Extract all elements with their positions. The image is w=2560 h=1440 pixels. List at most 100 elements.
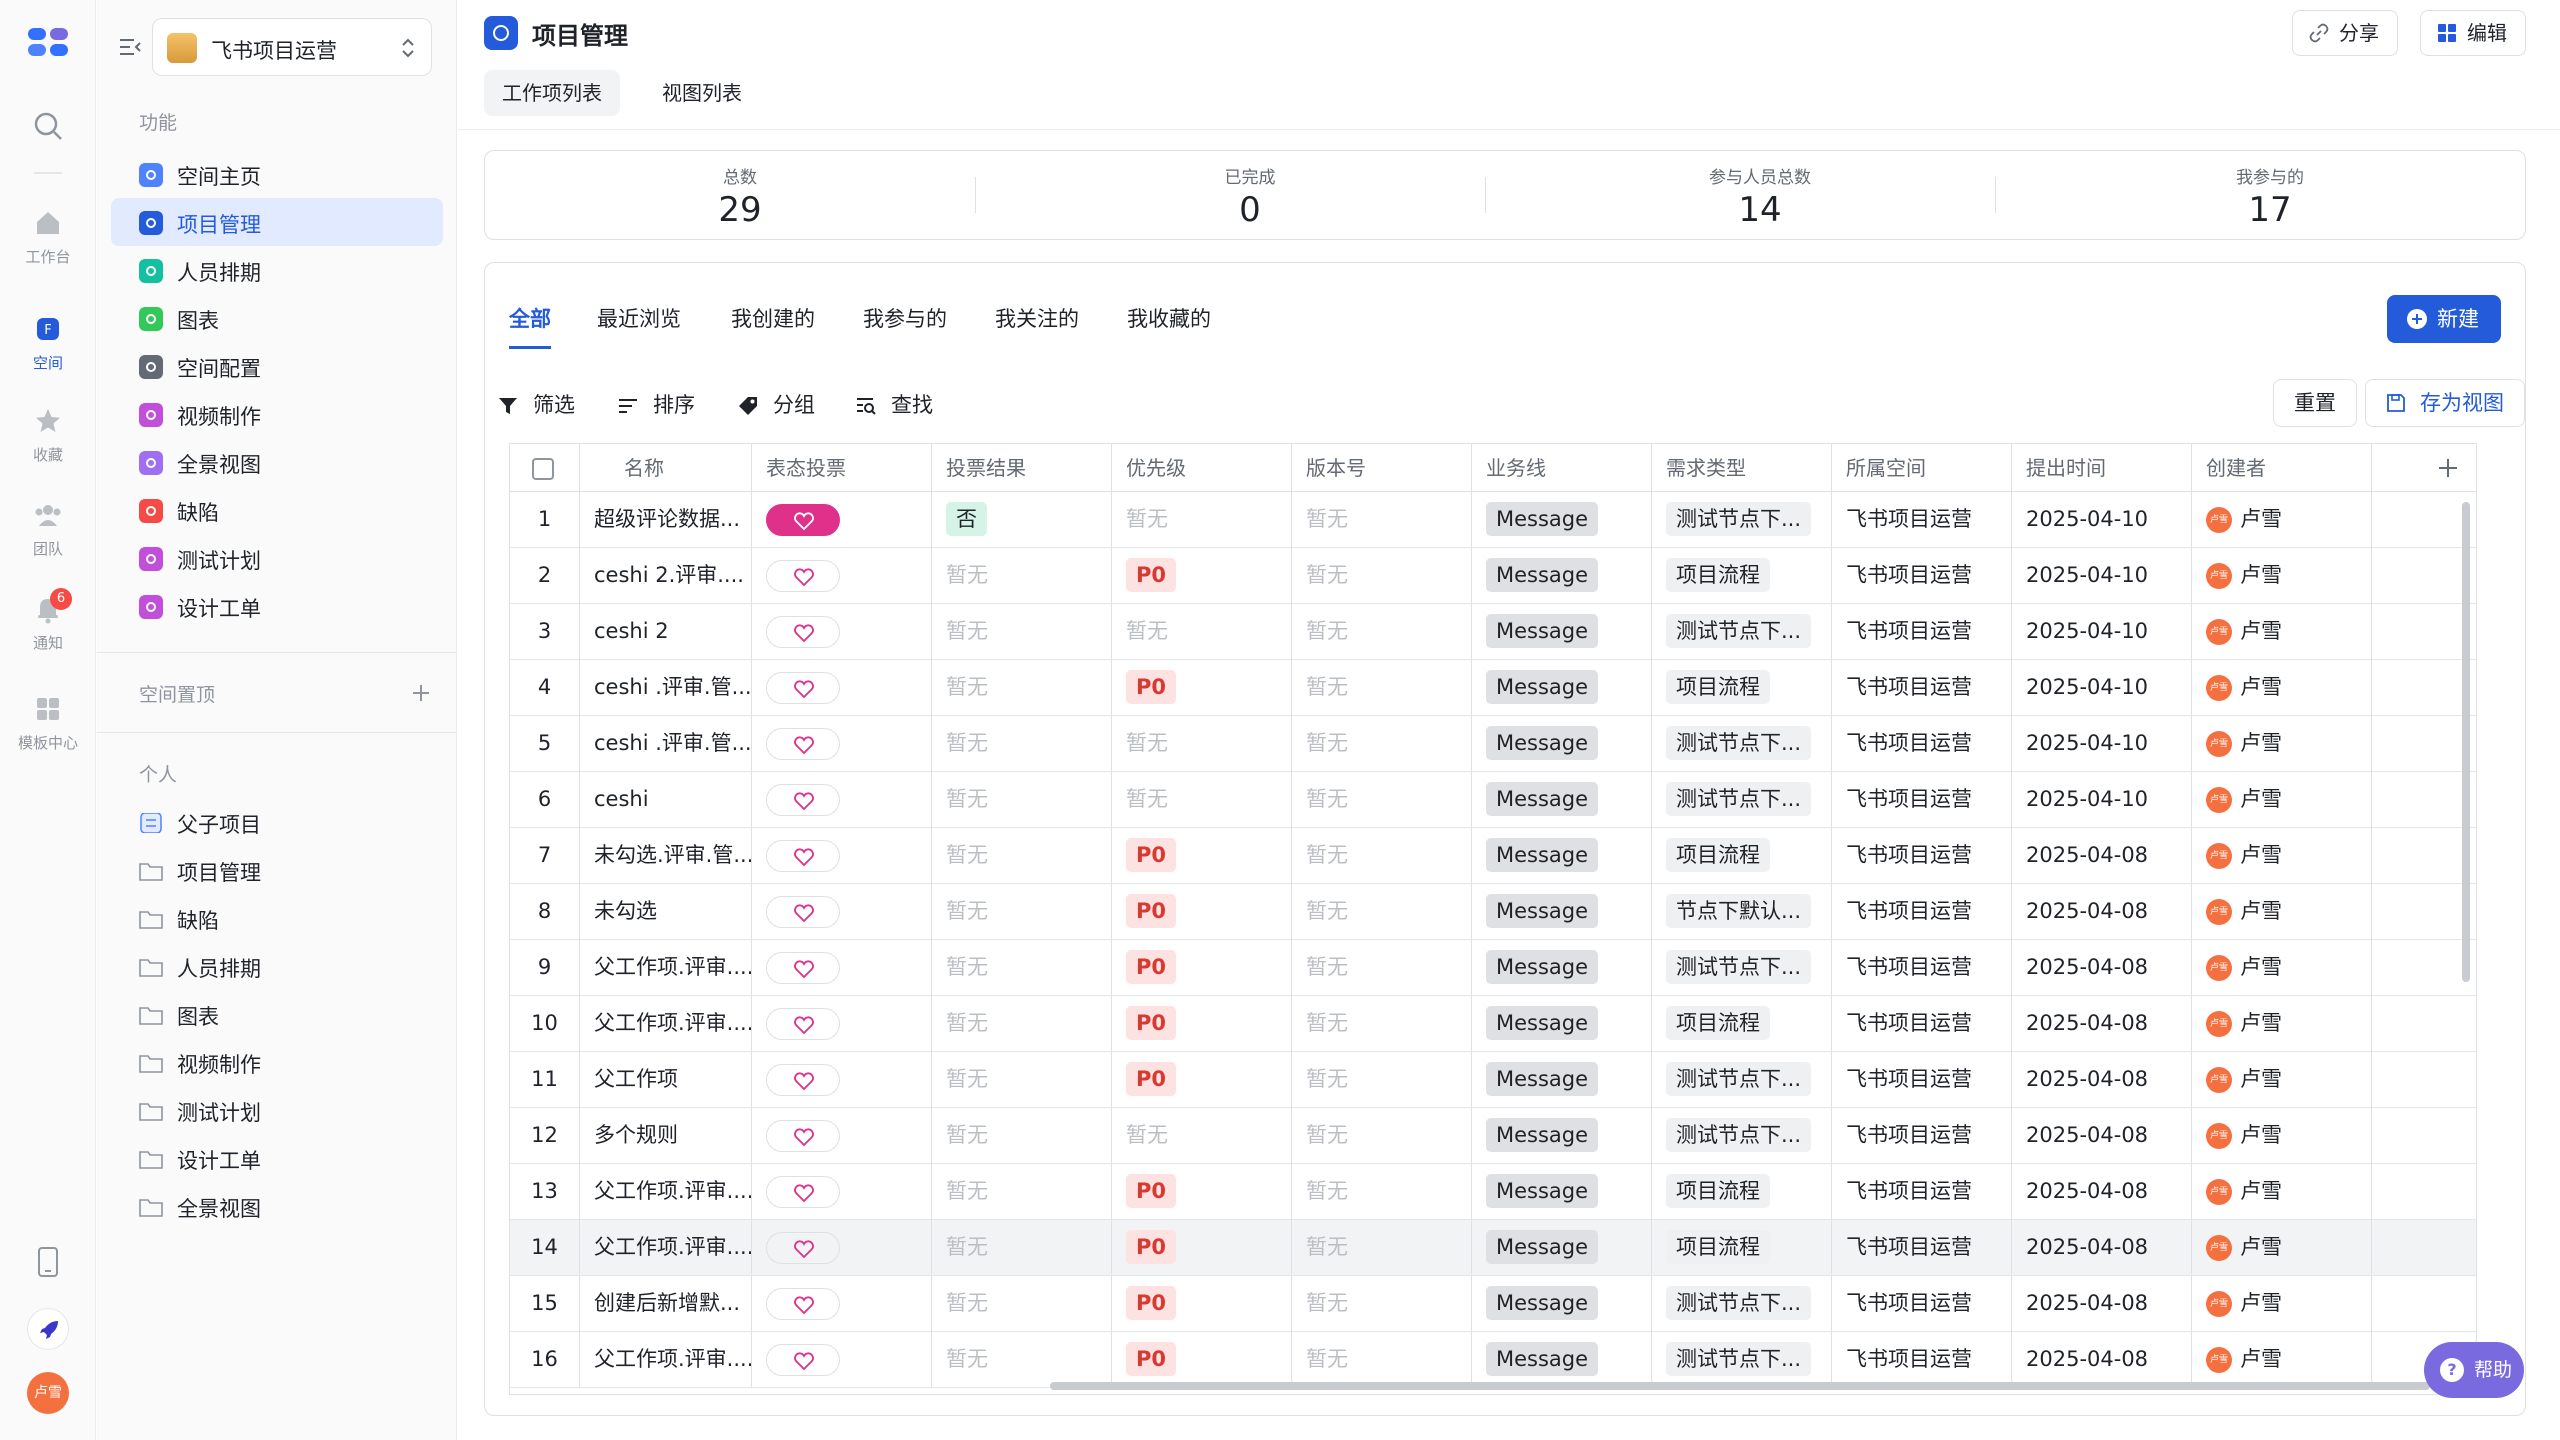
- creator-cell[interactable]: 卢雪 卢雪: [2192, 660, 2372, 715]
- save-view-button[interactable]: 存为视图: [2365, 379, 2525, 427]
- user-avatar[interactable]: 卢雪: [27, 1372, 69, 1414]
- business-line-cell[interactable]: Message: [1472, 1164, 1652, 1219]
- creator-cell[interactable]: 卢雪 卢雪: [2192, 828, 2372, 883]
- col-business-line[interactable]: 业务线: [1472, 444, 1652, 492]
- nav-item-panorama[interactable]: 全景视图: [111, 438, 443, 486]
- version-cell[interactable]: 暂无: [1292, 716, 1472, 771]
- nav-item-personal[interactable]: 视频制作: [111, 1038, 443, 1086]
- nav-item-video-production[interactable]: 视频制作: [111, 390, 443, 438]
- vote-result-cell[interactable]: 暂无: [932, 1108, 1112, 1163]
- name-cell[interactable]: 父工作项: [580, 1052, 752, 1107]
- version-cell[interactable]: 暂无: [1292, 828, 1472, 883]
- nav-item-staff-schedule[interactable]: 人员排期: [111, 246, 443, 294]
- business-line-cell[interactable]: Message: [1472, 772, 1652, 827]
- table-row[interactable]: 12 多个规则 暂无 暂无 暂无 Message 测试节点下... 飞书项目运营 2025-04…: [510, 1108, 2476, 1164]
- requirement-type-cell[interactable]: 项目流程: [1652, 660, 1832, 715]
- table-row[interactable]: 13 父工作项.评审.... 暂无 P0 暂无 Message 项目流程 飞书项目运营 2025…: [510, 1164, 2476, 1220]
- nav-item-personal[interactable]: 图表: [111, 990, 443, 1038]
- app-logo-icon[interactable]: [28, 26, 68, 58]
- creator-cell[interactable]: 卢雪 卢雪: [2192, 716, 2372, 771]
- col-space[interactable]: 所属空间: [1832, 444, 2012, 492]
- business-line-cell[interactable]: Message: [1472, 828, 1652, 883]
- nav-item-personal[interactable]: 全景视图: [111, 1182, 443, 1230]
- nav-item-personal[interactable]: 项目管理: [111, 846, 443, 894]
- version-cell[interactable]: 暂无: [1292, 1276, 1472, 1331]
- rail-team[interactable]: 团队: [0, 500, 96, 559]
- priority-cell[interactable]: P0: [1112, 1276, 1292, 1331]
- version-cell[interactable]: 暂无: [1292, 1332, 1472, 1387]
- requirement-type-cell[interactable]: 项目流程: [1652, 1164, 1832, 1219]
- name-cell[interactable]: ceshi 2.评审....: [580, 548, 752, 603]
- nav-item-personal[interactable]: 父子项目: [111, 798, 443, 846]
- col-vote[interactable]: 表态投票: [752, 444, 932, 492]
- tab-work-item-list[interactable]: 工作项列表: [484, 70, 620, 116]
- requirement-type-cell[interactable]: 项目流程: [1652, 1220, 1832, 1275]
- vote-toggle[interactable]: [766, 896, 840, 928]
- priority-cell[interactable]: 暂无: [1112, 604, 1292, 659]
- col-vote-result[interactable]: 投票结果: [932, 444, 1112, 492]
- col-requirement-type[interactable]: 需求类型: [1652, 444, 1832, 492]
- vote-cell[interactable]: [752, 1108, 932, 1163]
- reset-button[interactable]: 重置: [2273, 379, 2357, 427]
- name-cell[interactable]: 创建后新增默...: [580, 1276, 752, 1331]
- business-line-cell[interactable]: Message: [1472, 1108, 1652, 1163]
- sort-button[interactable]: 排序: [617, 387, 695, 423]
- business-line-cell[interactable]: Message: [1472, 1220, 1652, 1275]
- priority-cell[interactable]: P0: [1112, 940, 1292, 995]
- business-line-cell[interactable]: Message: [1472, 660, 1652, 715]
- vote-result-cell[interactable]: 暂无: [932, 996, 1112, 1051]
- vote-toggle[interactable]: [766, 784, 840, 816]
- vote-result-cell[interactable]: 否: [932, 492, 1112, 547]
- version-cell[interactable]: 暂无: [1292, 548, 1472, 603]
- requirement-type-cell[interactable]: 测试节点下...: [1652, 716, 1832, 771]
- creator-cell[interactable]: 卢雪 卢雪: [2192, 1220, 2372, 1275]
- priority-cell[interactable]: P0: [1112, 1052, 1292, 1107]
- table-row[interactable]: 6 ceshi 暂无 暂无 暂无 Message 测试节点下... 飞书项目运营 2025-04…: [510, 772, 2476, 828]
- priority-cell[interactable]: 暂无: [1112, 716, 1292, 771]
- nav-item-personal[interactable]: 设计工单: [111, 1134, 443, 1182]
- vote-result-cell[interactable]: 暂无: [932, 660, 1112, 715]
- creator-cell[interactable]: 卢雪 卢雪: [2192, 604, 2372, 659]
- version-cell[interactable]: 暂无: [1292, 1220, 1472, 1275]
- vote-toggle[interactable]: [766, 616, 840, 648]
- rail-space[interactable]: F 空间: [0, 314, 96, 373]
- creator-cell[interactable]: 卢雪 卢雪: [2192, 940, 2372, 995]
- creator-cell[interactable]: 卢雪 卢雪: [2192, 1164, 2372, 1219]
- vote-cell[interactable]: [752, 772, 932, 827]
- business-line-cell[interactable]: Message: [1472, 940, 1652, 995]
- share-button[interactable]: 分享: [2292, 10, 2398, 56]
- version-cell[interactable]: 暂无: [1292, 772, 1472, 827]
- vote-toggle[interactable]: [766, 1288, 840, 1320]
- name-cell[interactable]: 父工作项.评审....: [580, 940, 752, 995]
- vote-result-cell[interactable]: 暂无: [932, 716, 1112, 771]
- vote-toggle[interactable]: [766, 840, 840, 872]
- tab-view-list[interactable]: 视图列表: [644, 70, 760, 116]
- nav-item-defects[interactable]: 缺陷: [111, 486, 443, 534]
- nav-item-design-ticket[interactable]: 设计工单: [111, 582, 443, 630]
- business-line-cell[interactable]: Message: [1472, 1276, 1652, 1331]
- priority-cell[interactable]: P0: [1112, 1220, 1292, 1275]
- vote-result-cell[interactable]: 暂无: [932, 1052, 1112, 1107]
- table-row[interactable]: 7 未勾选.评审.管... 暂无 P0 暂无 Message 项目流程 飞书项目运营 2025-…: [510, 828, 2476, 884]
- creator-cell[interactable]: 卢雪 卢雪: [2192, 772, 2372, 827]
- version-cell[interactable]: 暂无: [1292, 1108, 1472, 1163]
- name-cell[interactable]: 未勾选: [580, 884, 752, 939]
- name-cell[interactable]: ceshi .评审.管...: [580, 660, 752, 715]
- table-row[interactable]: 2 ceshi 2.评审.... 暂无 P0 暂无 Message 项目流程 飞书项目运营 20…: [510, 548, 2476, 604]
- vote-cell[interactable]: [752, 716, 932, 771]
- priority-cell[interactable]: P0: [1112, 828, 1292, 883]
- table-row[interactable]: 4 ceshi .评审.管... 暂无 P0 暂无 Message 项目流程 飞书项目运营 20…: [510, 660, 2476, 716]
- nav-item-test-plan[interactable]: 测试计划: [111, 534, 443, 582]
- name-cell[interactable]: 多个规则: [580, 1108, 752, 1163]
- vote-toggle[interactable]: [766, 672, 840, 704]
- nav-item-personal[interactable]: 缺陷: [111, 894, 443, 942]
- creator-cell[interactable]: 卢雪 卢雪: [2192, 492, 2372, 547]
- business-line-cell[interactable]: Message: [1472, 604, 1652, 659]
- table-row[interactable]: 8 未勾选 暂无 P0 暂无 Message 节点下默认... 飞书项目运营 2025-04-0…: [510, 884, 2476, 940]
- vote-cell[interactable]: [752, 884, 932, 939]
- vote-result-cell[interactable]: 暂无: [932, 1332, 1112, 1387]
- col-creator[interactable]: 创建者: [2192, 444, 2372, 492]
- nav-item-chart[interactable]: 图表: [111, 294, 443, 342]
- select-all-checkbox[interactable]: [532, 458, 554, 480]
- vote-toggle[interactable]: [766, 1176, 840, 1208]
